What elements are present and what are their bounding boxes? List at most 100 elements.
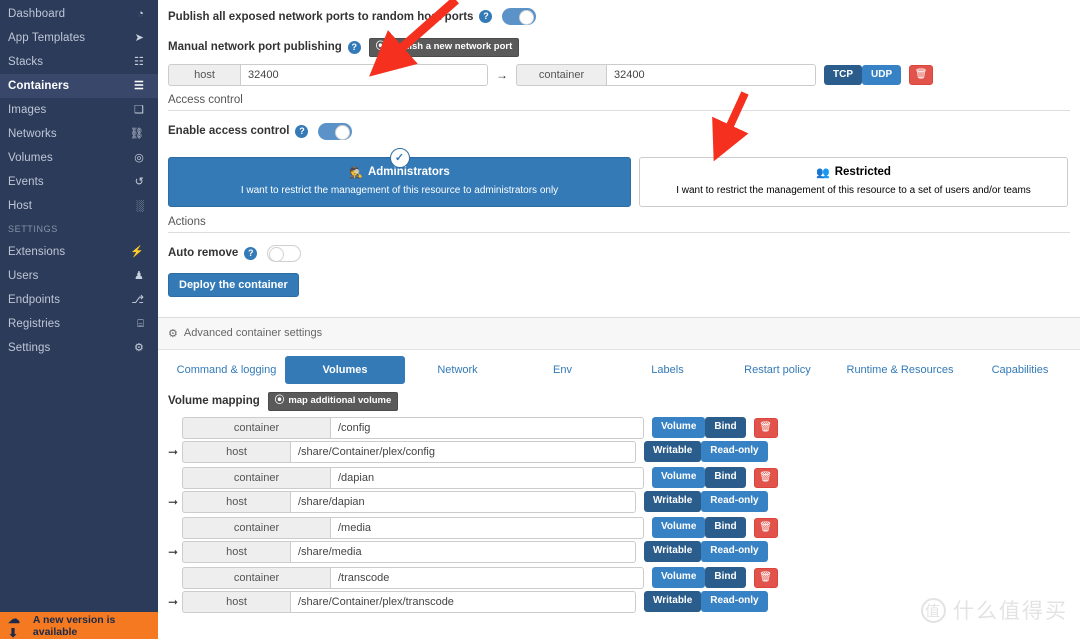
- host-path-input[interactable]: /share/dapian: [290, 490, 636, 513]
- advanced-settings-tabs: Command & logging Volumes Network Env Labels…: [158, 350, 1080, 390]
- access-card-description: I want to restrict the management of thi…: [240, 184, 559, 196]
- host-path-input[interactable]: /share/Container/plex/transcode: [290, 590, 636, 613]
- volume-type-bind-button[interactable]: Bind: [705, 467, 746, 488]
- volume-access-read-only-button[interactable]: Read-only: [701, 541, 768, 562]
- volume-type-volume-button[interactable]: Volume: [652, 467, 706, 488]
- sidebar-item-app-templates[interactable]: App Templates ➤: [0, 26, 158, 50]
- tab-command-logging[interactable]: Command & logging: [168, 356, 285, 384]
- volume-type-bind-button[interactable]: Bind: [705, 417, 746, 438]
- volume-access-read-only-button[interactable]: Read-only: [701, 491, 768, 512]
- publish-all-toggle[interactable]: [502, 8, 537, 25]
- volume-access-writable-button[interactable]: Writable: [644, 441, 702, 462]
- volume-type-bind-button[interactable]: Bind: [705, 517, 746, 538]
- sidebar-item-label: Networks: [8, 128, 57, 140]
- advanced-settings-title: Advanced container settings: [183, 327, 323, 340]
- sidebar-settings-nav: Extensions ⚡ Users ♟ Endpoints ⎇ Registries ⌸ Se…: [0, 240, 158, 360]
- access-card-title-text: Administrators: [367, 166, 450, 179]
- enable-access-control-label: Enable access control ?: [168, 124, 309, 138]
- sidebar-item-users[interactable]: Users ♟: [0, 264, 158, 288]
- map-additional-volume-button[interactable]: ⦿ map additional volume: [267, 391, 399, 411]
- delete-port-button[interactable]: 🗑: [909, 64, 934, 85]
- volume-type-volume-button[interactable]: Volume: [652, 517, 706, 538]
- container-path-input[interactable]: /config: [330, 416, 644, 439]
- sidebar-item-endpoints[interactable]: Endpoints ⎇: [0, 288, 158, 312]
- container-path-input[interactable]: /dapian: [330, 466, 644, 489]
- volume-access-selector: Writable Read-only: [644, 541, 768, 562]
- sidebar-item-host[interactable]: Host ░: [0, 194, 158, 218]
- access-card-administrators[interactable]: ✓ 🕵 Administrators I want to restrict the m…: [168, 147, 631, 207]
- sidebar-item-networks[interactable]: Networks ⛓: [0, 122, 158, 146]
- users-icon: ♟: [134, 269, 144, 282]
- volume-access-read-only-button[interactable]: Read-only: [701, 441, 768, 462]
- volume-type-bind-button[interactable]: Bind: [705, 567, 746, 588]
- enable-access-control-toggle[interactable]: [318, 122, 353, 140]
- volume-type-volume-button[interactable]: Volume: [652, 417, 706, 438]
- deploy-container-button[interactable]: Deploy the container: [168, 272, 299, 297]
- gears-icon: ⚙: [134, 341, 144, 354]
- sidebar-item-extensions[interactable]: Extensions ⚡: [0, 240, 158, 264]
- sidebar-item-label: Users: [8, 270, 39, 282]
- access-card-restricted[interactable]: 👥 Restricted I want to restrict the manage…: [639, 156, 1068, 207]
- sidebar-item-label: Images: [8, 104, 47, 116]
- delete-volume-button[interactable]: 🗑: [753, 417, 778, 438]
- help-icon[interactable]: ?: [347, 40, 361, 54]
- plug-icon: ⎇: [131, 293, 144, 306]
- volume-mapping-row: container/config Volume Bind 🗑 ➞ host/share/C…: [168, 416, 1070, 464]
- container-path-input[interactable]: /transcode: [330, 566, 644, 589]
- actions-section: Actions Auto remove ? Deploy the contain…: [158, 207, 1080, 297]
- tab-env[interactable]: Env: [510, 356, 615, 384]
- tab-restart-policy[interactable]: Restart policy: [720, 356, 835, 384]
- sidebar-item-events[interactable]: Events ↺: [0, 170, 158, 194]
- help-icon[interactable]: ?: [479, 10, 493, 23]
- users-icon: 👥: [816, 166, 830, 179]
- sidebar-item-registries[interactable]: Registries ⌸: [0, 312, 158, 336]
- tab-network[interactable]: Network: [405, 356, 510, 384]
- delete-volume-button[interactable]: 🗑: [753, 517, 778, 538]
- volume-mapping-list: container/config Volume Bind 🗑 ➞ host/share/C…: [168, 411, 1070, 614]
- host-path-input[interactable]: /share/Container/plex/config: [290, 440, 636, 463]
- sidebar-item-label: Extensions: [8, 246, 66, 258]
- tab-runtime-resources[interactable]: Runtime & Resources: [835, 356, 965, 384]
- sitemap-icon: ⛓: [129, 127, 144, 140]
- delete-volume-button[interactable]: 🗑: [753, 467, 778, 488]
- sidebar-item-label: Stacks: [8, 56, 44, 68]
- volume-access-writable-button[interactable]: Writable: [644, 541, 702, 562]
- host-addon: host: [182, 540, 290, 563]
- sidebar-item-images[interactable]: Images ❑: [0, 98, 158, 122]
- protocol-udp-button[interactable]: UDP: [862, 64, 902, 86]
- tab-labels[interactable]: Labels: [615, 356, 720, 384]
- watermark-text: 什么值得买: [953, 599, 1068, 623]
- volume-access-writable-button[interactable]: Writable: [644, 491, 702, 512]
- grid-icon: ░: [136, 199, 144, 212]
- sidebar-item-volumes[interactable]: Volumes ◎: [0, 146, 158, 170]
- sidebar-item-containers[interactable]: Containers ☰: [0, 74, 158, 98]
- help-icon[interactable]: ?: [295, 124, 309, 138]
- sidebar-item-settings[interactable]: Settings ⚙: [0, 336, 158, 360]
- advanced-settings-header[interactable]: ⚙ Advanced container settings: [158, 317, 1080, 350]
- publish-new-port-button[interactable]: ⦿ publish a new network port: [368, 38, 520, 57]
- container-port-input[interactable]: 32400: [606, 63, 816, 86]
- volume-access-read-only-button[interactable]: Read-only: [701, 591, 768, 612]
- plus-circle-icon: ⦿: [274, 394, 285, 406]
- volume-type-selector: Volume Bind: [652, 467, 746, 488]
- container-path-input[interactable]: /media: [330, 516, 644, 539]
- plus-circle-icon: ⦿: [375, 41, 386, 52]
- sidebar-item-stacks[interactable]: Stacks ☷: [0, 50, 158, 74]
- host-path-input[interactable]: /share/media: [290, 540, 636, 563]
- auto-remove-toggle[interactable]: [267, 244, 302, 262]
- delete-volume-button[interactable]: 🗑: [753, 567, 778, 588]
- help-icon[interactable]: ?: [244, 246, 258, 260]
- publish-all-row: Publish all exposed network ports to ran…: [158, 0, 1080, 25]
- volume-access-writable-button[interactable]: Writable: [644, 591, 702, 612]
- host-addon: host: [182, 490, 290, 513]
- protocol-tcp-button[interactable]: TCP: [824, 64, 862, 86]
- tab-volumes[interactable]: Volumes: [285, 355, 405, 384]
- volume-access-selector: Writable Read-only: [644, 491, 768, 512]
- container-addon: container: [182, 466, 330, 489]
- host-port-input[interactable]: 32400: [240, 63, 488, 86]
- volume-type-volume-button[interactable]: Volume: [652, 567, 706, 588]
- sidebar-item-label: Settings: [8, 342, 51, 354]
- tab-capabilities[interactable]: Capabilities: [965, 356, 1075, 384]
- version-notice-bar[interactable]: ☁⬇ A new version is available: [0, 612, 158, 639]
- sidebar-item-dashboard[interactable]: Dashboard ◔: [0, 2, 158, 26]
